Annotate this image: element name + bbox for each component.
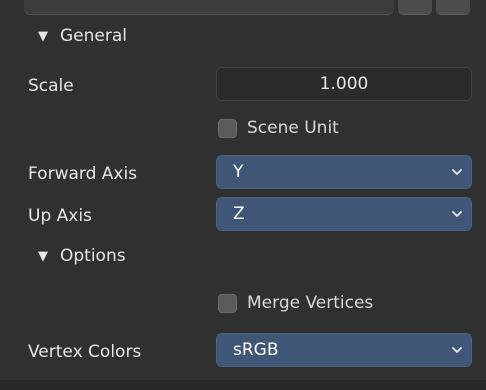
scale-input[interactable]: 1.000: [216, 67, 472, 101]
up-axis-value: Z: [233, 204, 245, 224]
scene-unit-label: Scene Unit: [247, 118, 339, 138]
merge-vertices-label: Merge Vertices: [247, 293, 374, 313]
vertex-colors-value: sRGB: [233, 340, 279, 360]
scale-label: Scale: [28, 76, 74, 96]
forward-axis-label: Forward Axis: [28, 164, 138, 184]
section-options-label: Options: [60, 246, 126, 266]
section-general-header[interactable]: ▼ General: [38, 26, 127, 46]
partial-button-top-1[interactable]: [398, 0, 432, 15]
triangle-down-icon: ▼: [38, 248, 48, 264]
export-settings-panel: ▼ General Scale 1.000 Scene Unit Forward…: [0, 0, 486, 390]
partial-button-top-2[interactable]: [436, 0, 470, 15]
scale-value: 1.000: [319, 74, 369, 94]
forward-axis-value: Y: [233, 162, 244, 182]
chevron-down-icon: [452, 347, 462, 353]
partial-field-top[interactable]: [24, 0, 394, 15]
chevron-down-icon: [452, 169, 462, 175]
panel-bottom-edge: [0, 380, 486, 390]
scene-unit-checkbox[interactable]: [218, 118, 237, 138]
up-axis-label: Up Axis: [28, 206, 92, 226]
section-general-label: General: [60, 26, 127, 46]
merge-vertices-checkbox[interactable]: [218, 293, 237, 313]
vertex-colors-dropdown[interactable]: sRGB: [216, 333, 472, 367]
section-options-header[interactable]: ▼ Options: [38, 246, 126, 266]
vertex-colors-label: Vertex Colors: [28, 342, 142, 362]
scene-unit-checkbox-row[interactable]: Scene Unit: [218, 118, 339, 138]
forward-axis-dropdown[interactable]: Y: [216, 155, 472, 189]
merge-vertices-checkbox-row[interactable]: Merge Vertices: [218, 293, 373, 313]
triangle-down-icon: ▼: [38, 28, 48, 44]
up-axis-dropdown[interactable]: Z: [216, 197, 472, 231]
chevron-down-icon: [452, 211, 462, 217]
